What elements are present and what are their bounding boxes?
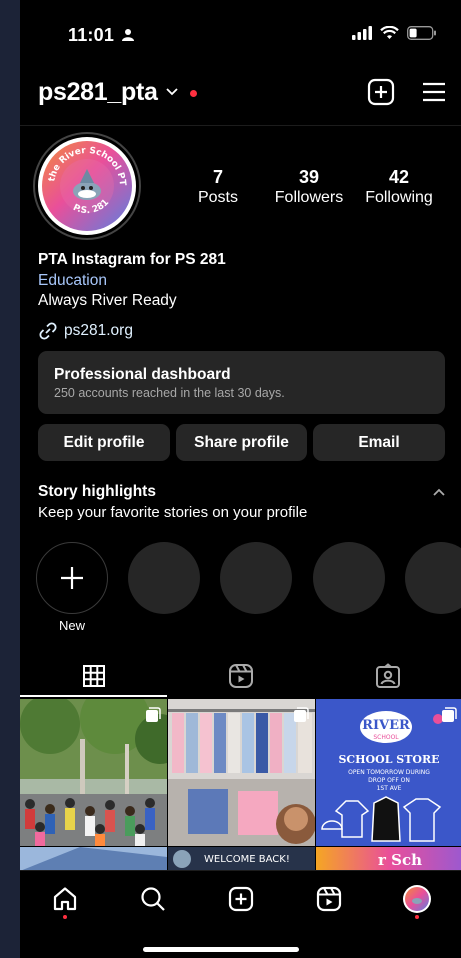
svg-text:SCHOOL STORE: SCHOOL STORE <box>338 753 439 766</box>
profile-name: PTA Instagram for PS 281 <box>38 251 226 268</box>
edit-profile-button[interactable]: Edit profile <box>38 424 170 461</box>
carousel-icon <box>442 707 457 722</box>
home-notification-dot <box>63 915 67 919</box>
search-icon <box>141 887 165 911</box>
svg-text:SCHOOL: SCHOOL <box>373 734 399 741</box>
grid-icon <box>82 665 105 687</box>
nav-home[interactable] <box>50 884 80 914</box>
plus-icon <box>61 567 83 589</box>
profile-tabs <box>20 655 461 697</box>
stat-following[interactable]: 42 Following <box>360 166 438 208</box>
profile-avatar[interactable]: the River School PTA P.S. 281 <box>33 132 141 240</box>
header-actions <box>367 78 447 106</box>
avatar-logo: the River School PTA P.S. 281 <box>38 137 136 235</box>
tab-tagged[interactable] <box>314 655 461 697</box>
highlight-placeholder <box>313 542 385 614</box>
svg-text:r Sch: r Sch <box>378 851 422 869</box>
tab-reels[interactable] <box>167 655 314 697</box>
nav-reels[interactable] <box>314 884 344 914</box>
person-icon <box>122 29 135 41</box>
highlights-subtitle: Keep your favorite stories on your profi… <box>38 504 308 521</box>
highlights-title: Story highlights <box>38 483 156 500</box>
profile-notification-dot <box>415 915 419 919</box>
email-button[interactable]: Email <box>313 424 445 461</box>
highlight-placeholder <box>128 542 200 614</box>
profile-category[interactable]: Education <box>38 271 107 291</box>
carousel-icon <box>294 707 309 722</box>
reels-icon <box>228 664 253 688</box>
notification-dot <box>189 89 197 97</box>
menu-icon[interactable] <box>421 78 447 106</box>
post-thumbnail[interactable] <box>20 847 167 871</box>
svg-text:1ST AVE: 1ST AVE <box>377 785 402 792</box>
tab-grid[interactable] <box>20 655 167 697</box>
professional-dashboard[interactable]: Professional dashboard 250 accounts reac… <box>38 351 445 414</box>
profile-header: ps281_pta <box>20 70 461 126</box>
nav-create[interactable] <box>226 884 256 914</box>
status-icons <box>352 26 437 40</box>
share-profile-button[interactable]: Share profile <box>176 424 307 461</box>
new-highlight-button[interactable] <box>36 542 108 614</box>
carousel-icon <box>146 707 161 722</box>
wifi-icon <box>380 26 399 39</box>
profile-bio: Always River Ready <box>38 292 177 309</box>
status-bar: 11:01 <box>20 0 461 70</box>
profile-avatar-icon <box>403 885 431 913</box>
post-thumbnail[interactable]: RIVER SCHOOL SCHOOL STORE OPEN TOMORROW … <box>316 699 461 846</box>
post-thumbnail[interactable]: r Sch <box>316 847 461 871</box>
status-time: 11:01 <box>68 25 135 46</box>
nav-profile[interactable] <box>402 884 432 914</box>
link-icon <box>39 322 57 340</box>
create-post-icon[interactable] <box>367 78 395 106</box>
svg-text:DROP OFF ON: DROP OFF ON <box>368 777 410 784</box>
bottom-nav <box>20 870 461 958</box>
post-image: RIVER SCHOOL SCHOOL STORE OPEN TOMORROW … <box>316 699 461 846</box>
svg-text:OPEN TOMORROW DURING: OPEN TOMORROW DURING <box>348 769 430 776</box>
post-thumbnail[interactable] <box>20 699 167 846</box>
highlight-placeholder <box>220 542 292 614</box>
new-highlight-label: New <box>58 618 85 633</box>
tagged-icon <box>375 663 400 688</box>
create-icon <box>228 886 254 912</box>
active-tab-indicator <box>20 695 167 697</box>
phone-screen: 11:01 ps281_pta the River School PT P.S.… <box>20 0 461 958</box>
post-image <box>20 847 167 871</box>
pta-logo-icon: the River School PTA P.S. 281 <box>40 139 132 231</box>
svg-text:WELCOME BACK!: WELCOME BACK! <box>204 854 290 865</box>
stat-posts[interactable]: 7 Posts <box>188 166 248 208</box>
stat-followers[interactable]: 39 Followers <box>270 166 348 208</box>
signal-icon <box>352 26 372 40</box>
home-indicator <box>143 947 299 952</box>
username-switcher[interactable]: ps281_pta <box>38 78 197 107</box>
post-thumbnail[interactable]: WELCOME BACK! <box>168 847 315 871</box>
reels-icon <box>316 886 342 912</box>
post-image: r Sch <box>316 847 461 871</box>
chevron-down-icon <box>166 88 178 96</box>
nav-search[interactable] <box>138 884 168 914</box>
post-thumbnail[interactable] <box>168 699 315 846</box>
post-image: WELCOME BACK! <box>168 847 315 871</box>
chevron-up-icon[interactable] <box>433 488 445 496</box>
highlight-placeholder <box>405 542 461 614</box>
battery-icon <box>407 26 436 40</box>
svg-text:RIVER: RIVER <box>362 718 410 733</box>
profile-link[interactable]: ps281.org <box>38 321 133 341</box>
home-icon <box>53 887 77 911</box>
